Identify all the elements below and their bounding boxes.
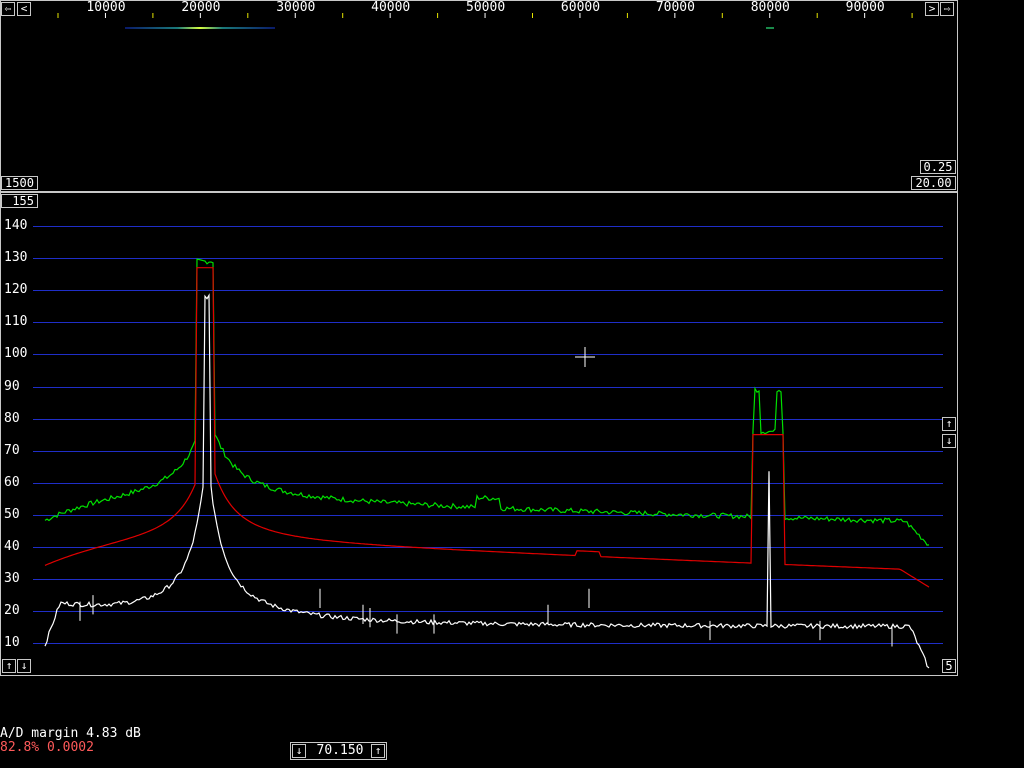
- arrow-down-icon: ↓: [945, 434, 953, 447]
- spectrum-scale-up-button[interactable]: ↑: [942, 417, 956, 431]
- spectrum-offset-down-button[interactable]: ↓: [17, 659, 31, 673]
- spectrum-offset-up-button[interactable]: ↑: [2, 659, 16, 673]
- red-trace: [44, 267, 930, 588]
- arrow-down-icon: ↓: [20, 659, 28, 672]
- arrow-up-icon: ↑: [5, 659, 13, 672]
- spectrum-scale-down-button[interactable]: ↓: [942, 434, 956, 448]
- frequency-down-button[interactable]: ↓: [292, 744, 306, 758]
- waterfall-zero-text: 20.00: [915, 176, 952, 190]
- waterfall-left-value[interactable]: 1500: [1, 176, 38, 190]
- x-tick-marks: [57, 13, 913, 18]
- waterfall-gain-value[interactable]: 0.25: [920, 160, 956, 174]
- crosshair-cursor-icon: [575, 347, 595, 367]
- frequency-scale: ⇦ < > ⇨ 10000 20000 30000 40000 50000 60000 70…: [0, 0, 958, 18]
- waterfall-signal-2: [766, 27, 774, 29]
- waterfall-signal-1: [125, 27, 275, 29]
- waterfall-zero-value[interactable]: 20.00: [911, 176, 956, 190]
- green-trace: [44, 258, 930, 546]
- waterfall-left-value-text: 1500: [5, 176, 34, 190]
- ad-margin-status: A/D margin 4.83 dB: [0, 726, 141, 741]
- white-trace: [44, 293, 930, 669]
- frequency-value[interactable]: 70.150: [310, 743, 370, 758]
- spectrum-bottom-right-text: 5: [945, 659, 953, 673]
- frequency-up-button[interactable]: ↑: [371, 744, 385, 758]
- arrow-down-icon: ↓: [295, 744, 303, 757]
- arrow-up-icon: ↑: [945, 417, 953, 430]
- waterfall-display: [125, 27, 774, 29]
- waterfall-gain-text: 0.25: [923, 160, 953, 174]
- percent-status: 82.8% 0.0002: [0, 740, 94, 755]
- spectrum-traces: [44, 258, 930, 669]
- arrow-up-icon: ↑: [374, 744, 382, 757]
- spectrum-bottom-right-value[interactable]: 5: [942, 659, 956, 673]
